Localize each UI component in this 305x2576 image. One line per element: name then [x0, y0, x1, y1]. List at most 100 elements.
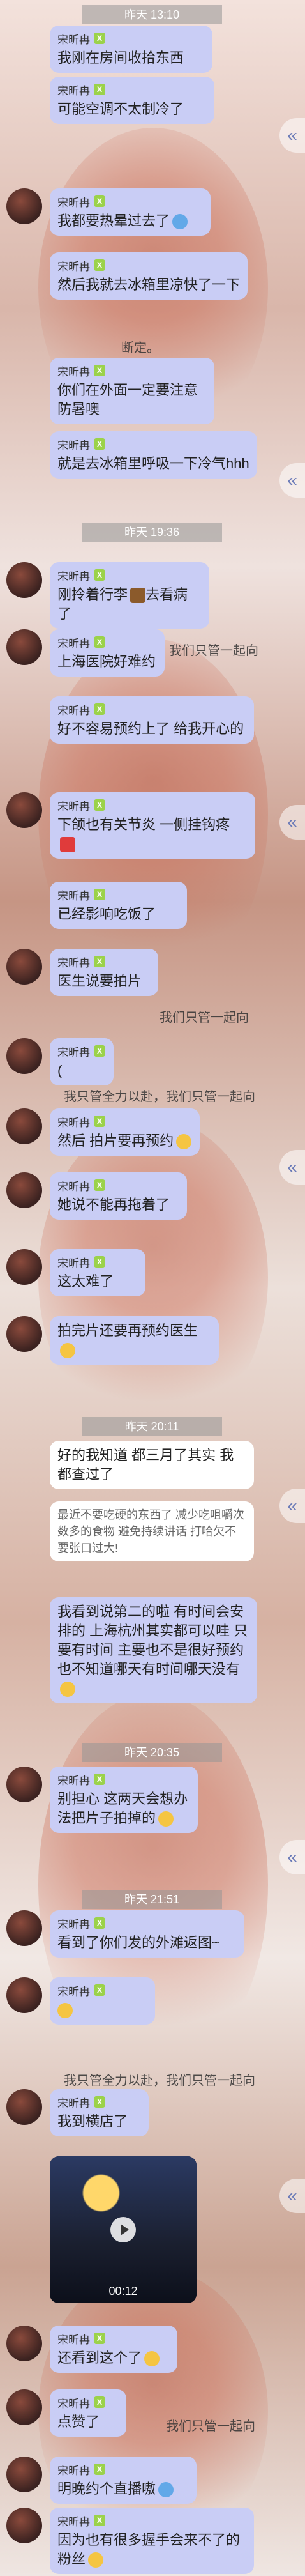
message-bubble[interactable]: 宋昕冉 X 我刚在房间收拾东西 [50, 26, 212, 73]
collapse-arrow-icon[interactable]: « [279, 1840, 305, 1874]
message-bubble[interactable]: 宋昕冉 X 因为也有很多握手会来不了的粉丝 [50, 2508, 254, 2574]
sender-name: 宋昕冉 [57, 33, 90, 46]
collapse-arrow-icon[interactable]: « [279, 2179, 305, 2213]
avatar[interactable] [6, 188, 42, 224]
message-bubble[interactable]: 宋昕冉 X 好不容易预约上了 给我开心的 [50, 696, 254, 744]
avatar[interactable] [6, 1038, 42, 1074]
sender-row: 宋昕冉 X [57, 2513, 246, 2528]
message-bubble[interactable]: 宋昕冉 X 你们在外面一定要注意防暑噢 [50, 358, 214, 424]
message-bubble[interactable]: 宋昕冉 X 点赞了 [50, 2389, 126, 2437]
badge: X [94, 1179, 105, 1191]
message-bubble[interactable]: 宋昕冉 X [50, 1977, 155, 2025]
message-bubble[interactable]: 宋昕冉 X 已经影响吃饭了 [50, 882, 187, 929]
sender-row: 宋昕冉 X [57, 1772, 190, 1787]
message-bubble[interactable]: 宋昕冉 X 刚拎着行李 去看病了 [50, 562, 209, 629]
message-text-span: 下颌也有关节炎 一侧挂钩疼 [57, 816, 230, 832]
message-text-span: 明晚约个直播嗷 [57, 2481, 156, 2497]
message-bubble[interactable]: 宋昕冉 X 这太难了 [50, 1249, 145, 1296]
video-message[interactable]: 00:12 [50, 2156, 197, 2303]
smile-emoji-icon [60, 1343, 75, 1359]
avatar[interactable] [6, 2457, 42, 2492]
avatar[interactable] [6, 1108, 42, 1144]
avatar[interactable] [6, 2508, 42, 2543]
angry-emoji-icon [60, 837, 75, 853]
collapse-arrow-icon[interactable]: « [279, 1150, 305, 1184]
message-bubble[interactable]: 宋昕冉 X 医生说要拍片 [50, 949, 158, 996]
badge: X [94, 438, 105, 450]
message-bubble[interactable]: 宋昕冉 X 上海医院好难约 [50, 629, 165, 677]
avatar[interactable] [6, 1910, 42, 1946]
message-bubble[interactable]: 宋昕冉 X 别担心 这两天会想办法把片子拍掉的 [50, 1767, 198, 1833]
message-text: 她说不能再拖着了 [57, 1197, 170, 1213]
cropped-text: 我们只管一起向 [160, 1011, 249, 1025]
sender-row: 宋昕冉 X [57, 702, 246, 717]
sender-name: 宋昕冉 [57, 365, 90, 378]
collapse-arrow-icon[interactable]: « [279, 1489, 305, 1523]
sender-row: 宋昕冉 X [57, 82, 207, 97]
avatar[interactable] [6, 2389, 42, 2425]
message-bubble[interactable]: 拍完片还要再预约医生 [50, 1316, 219, 1365]
message-bubble[interactable]: 宋昕冉 X 然后 拍片要再预约 [50, 1108, 200, 1156]
collapse-arrow-icon[interactable]: « [279, 805, 305, 839]
message-text: 还看到这个了 [57, 2349, 170, 2368]
smile-emoji-icon [60, 1682, 75, 1698]
message-text: 拍完片还要再预约医生 [57, 1321, 211, 1360]
sender-row: 宋昕冉 X [57, 634, 157, 650]
sender-name: 宋昕冉 [57, 1918, 90, 1931]
message-bubble[interactable]: 宋昕冉 X 我到横店了 [50, 2089, 149, 2136]
message-text: 就是去冰箱里呼吸一下冷气hhh [57, 456, 249, 471]
avatar[interactable] [6, 949, 42, 985]
smile-emoji-icon [158, 1811, 174, 1827]
avatar[interactable] [6, 1767, 42, 1802]
avatar[interactable] [6, 2089, 42, 2125]
message-bubble[interactable]: 好的我知道 都三月了其实 我都查过了 [50, 1441, 254, 1489]
sender-name: 宋昕冉 [57, 196, 90, 209]
avatar[interactable] [6, 1977, 42, 2013]
badge: X [94, 956, 105, 967]
badge: X [94, 1984, 105, 1996]
sender-row: 宋昕冉 X [57, 2331, 170, 2346]
message-text: 你们在外面一定要注意防暑噢 [57, 382, 198, 417]
badge: X [94, 195, 105, 207]
avatar[interactable] [6, 792, 42, 828]
message-text: ( [57, 1062, 63, 1078]
message-text: 我都要热晕过去了 [57, 211, 203, 231]
cropped-text: 。我们只管一起向 [156, 644, 258, 658]
sender-row: 宋昕冉 X [57, 1043, 106, 1059]
sender-name: 宋昕冉 [57, 2397, 90, 2410]
message-bubble[interactable]: 宋昕冉 X 她说不能再拖着了 [50, 1172, 187, 1220]
avatar[interactable] [6, 562, 42, 598]
avatar[interactable] [6, 1316, 42, 1352]
sender-row: 宋昕冉 X [57, 31, 205, 46]
avatar[interactable] [6, 629, 42, 665]
message-bubble[interactable]: 宋昕冉 X 就是去冰箱里呼吸一下冷气hhh [50, 431, 257, 479]
message-bubble[interactable]: 宋昕冉 X ( [50, 1038, 114, 1085]
badge: X [94, 799, 105, 811]
message-text: 已经影响吃饭了 [57, 906, 156, 922]
play-icon[interactable] [110, 2217, 136, 2242]
avatar[interactable] [6, 1172, 42, 1208]
avatar[interactable] [6, 2326, 42, 2361]
sender-name: 宋昕冉 [57, 84, 90, 97]
message-bubble[interactable]: 宋昕冉 X 看到了你们发的外滩返图~ [50, 1910, 244, 1958]
collapse-arrow-icon[interactable]: « [279, 463, 305, 498]
sender-row: 宋昕冉 X [57, 1915, 237, 1931]
message-text-span: 拍完片还要再预约医生 [57, 1322, 198, 1338]
message-bubble[interactable]: 宋昕冉 X 下颌也有关节炎 一侧挂钩疼 [50, 792, 255, 859]
collapse-arrow-icon[interactable]: « [279, 118, 305, 153]
avatar[interactable] [6, 1249, 42, 1285]
message-text: 我到横店了 [57, 2113, 128, 2129]
message-bubble[interactable]: 宋昕冉 X 我都要热晕过去了 [50, 188, 211, 236]
message-bubble[interactable]: 最近不要吃硬的东西了 减少吃咀嚼次数多的食物 避免持续讲话 打哈欠不要张口过大! [50, 1501, 254, 1561]
sender-name: 宋昕冉 [57, 2097, 90, 2110]
sender-row: 宋昕冉 X [57, 2462, 189, 2477]
badge: X [94, 2096, 105, 2108]
message-bubble[interactable]: 宋昕冉 X 然后我就去冰箱里凉快了一下 [50, 252, 248, 300]
message-bubble[interactable]: 宋昕冉 X 还看到这个了 [50, 2326, 177, 2373]
sender-row: 宋昕冉 X [57, 436, 249, 452]
sender-name: 宋昕冉 [57, 2515, 90, 2528]
message-bubble[interactable]: 我看到说第二的啦 有时间会安排的 上海杭州其实都可以哇 只要有时间 主要也不是很… [50, 1597, 257, 1703]
message-bubble[interactable]: 宋昕冉 X 可能空调不太制冷了 [50, 77, 214, 124]
message-bubble[interactable]: 宋昕冉 X 明晚约个直播嗷 [50, 2457, 197, 2504]
badge: X [94, 259, 105, 271]
